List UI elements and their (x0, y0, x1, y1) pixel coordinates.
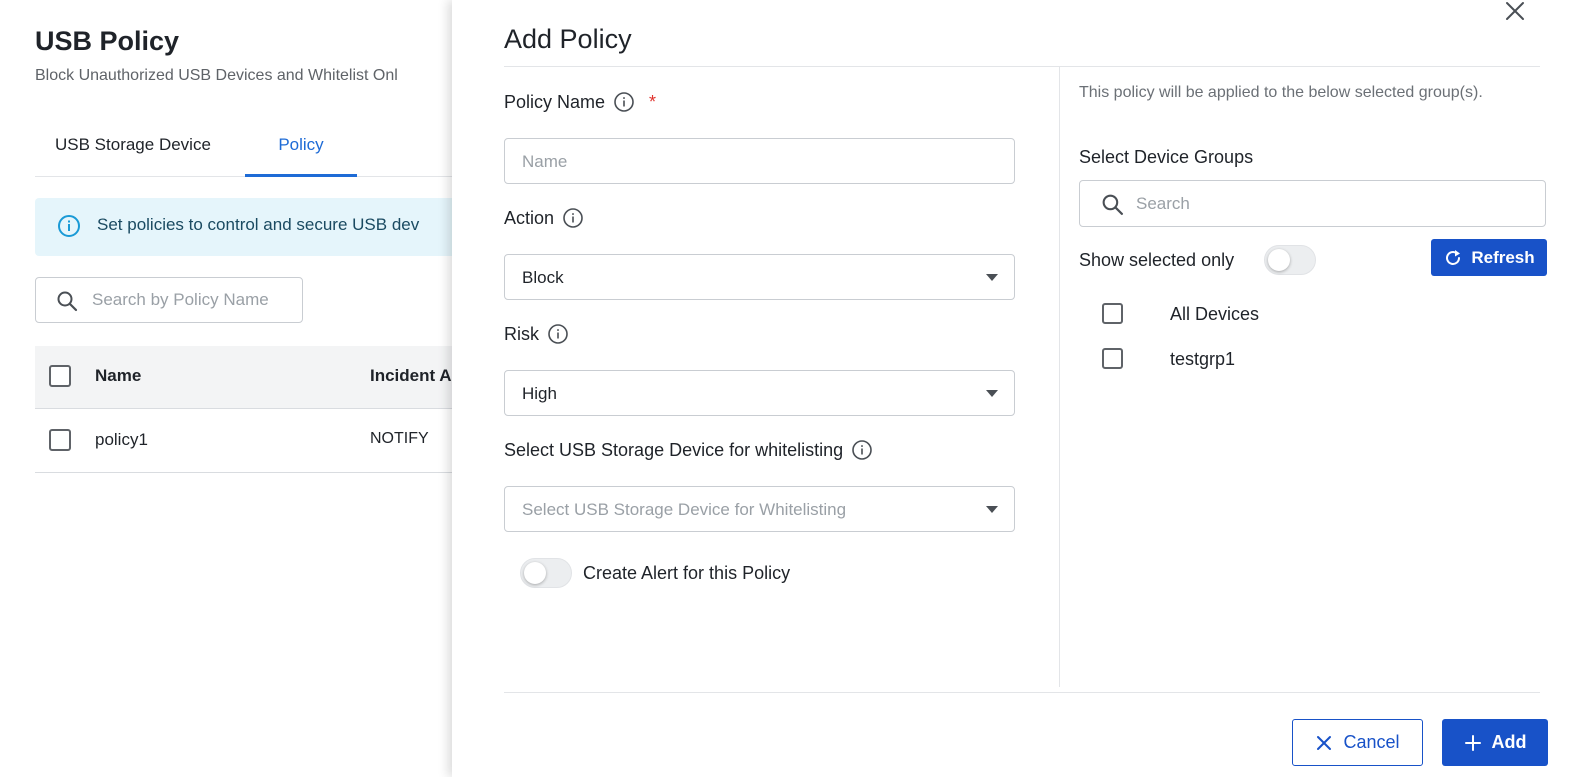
refresh-button[interactable]: Refresh (1431, 239, 1547, 276)
whitelist-placeholder: Select USB Storage Device for Whitelisti… (522, 500, 847, 519)
row-checkbox[interactable] (49, 429, 71, 451)
policy-name-label-text: Policy Name (504, 91, 606, 112)
refresh-button-label: Refresh (1471, 247, 1535, 267)
tab-bar: USB Storage Device Policy (35, 122, 465, 177)
group-label: testgrp1 (1170, 349, 1236, 369)
info-banner-text: Set policies to control and secure USB d… (97, 215, 420, 234)
close-icon (1317, 735, 1332, 750)
page-subtitle: Block Unauthorized USB Devices and White… (35, 67, 398, 84)
search-icon (1102, 194, 1124, 216)
whitelist-label-text: Select USB Storage Device for whitelisti… (504, 439, 844, 460)
chevron-down-icon (986, 506, 998, 513)
toggle-knob (1268, 249, 1290, 271)
policy-name-field (504, 138, 1015, 184)
risk-label: Risk (504, 323, 569, 345)
incident-action-cell: NOTIFY (370, 430, 429, 447)
risk-label-text: Risk (504, 323, 539, 344)
info-icon[interactable] (562, 207, 584, 229)
divider (504, 66, 1540, 67)
groups-note: This policy will be applied to the below… (1079, 84, 1483, 101)
drawer-title: Add Policy (504, 24, 632, 54)
group-search-box (1079, 180, 1546, 227)
add-button[interactable]: Add (1442, 719, 1548, 766)
group-checkbox[interactable] (1102, 348, 1123, 369)
action-label: Action (504, 207, 584, 229)
risk-selected-value: High (522, 384, 557, 403)
create-alert-label: Create Alert for this Policy (583, 563, 791, 583)
whitelist-label: Select USB Storage Device for whitelisti… (504, 439, 873, 461)
policy-name-label: Policy Name * (504, 91, 656, 113)
action-selected-value: Block (522, 268, 564, 287)
create-alert-toggle[interactable] (520, 558, 572, 588)
select-all-checkbox[interactable] (49, 365, 71, 387)
tab-usb-storage-device[interactable]: USB Storage Device (35, 122, 231, 177)
show-selected-toggle[interactable] (1264, 245, 1316, 275)
page-title: USB Policy (35, 26, 180, 56)
show-selected-label: Show selected only (1079, 250, 1235, 270)
info-icon[interactable] (613, 91, 635, 113)
info-icon[interactable] (851, 439, 873, 461)
refresh-icon (1446, 249, 1461, 265)
policy-name-cell: policy1 (95, 430, 148, 449)
chevron-down-icon (986, 390, 998, 397)
info-icon[interactable] (547, 323, 569, 345)
info-banner: Set policies to control and secure USB d… (35, 198, 465, 256)
tab-policy[interactable]: Policy (245, 122, 357, 177)
policy-name-input[interactable] (522, 148, 992, 176)
group-checkbox[interactable] (1102, 303, 1123, 324)
group-label: All Devices (1170, 304, 1260, 324)
action-label-text: Action (504, 207, 555, 228)
search-icon (57, 291, 78, 312)
risk-select[interactable]: High (504, 370, 1015, 416)
column-divider (1059, 67, 1060, 687)
table-row[interactable]: policy1 NOTIFY (35, 410, 465, 473)
footer-divider (504, 692, 1540, 693)
required-mark: * (649, 91, 657, 112)
close-icon[interactable] (1504, 0, 1526, 22)
whitelist-select[interactable]: Select USB Storage Device for Whitelisti… (504, 486, 1015, 532)
table-header: Name Incident A (35, 346, 465, 409)
info-icon (58, 215, 80, 237)
policy-search-box (35, 277, 303, 323)
cancel-button-label: Cancel (1343, 732, 1400, 752)
cancel-button[interactable]: Cancel (1292, 719, 1423, 766)
plus-icon (1464, 734, 1481, 751)
column-header-incident-action[interactable]: Incident A (370, 366, 452, 386)
column-header-name[interactable]: Name (95, 366, 141, 386)
action-select[interactable]: Block (504, 254, 1015, 300)
chevron-down-icon (986, 274, 998, 281)
policy-search-input[interactable] (92, 286, 292, 314)
add-button-label: Add (1491, 732, 1527, 752)
device-groups-label: Select Device Groups (1079, 147, 1254, 167)
toggle-knob (524, 562, 546, 584)
add-policy-drawer: Add Policy Policy Name * Action Block Ri… (452, 0, 1585, 777)
group-search-input[interactable] (1136, 190, 1526, 218)
